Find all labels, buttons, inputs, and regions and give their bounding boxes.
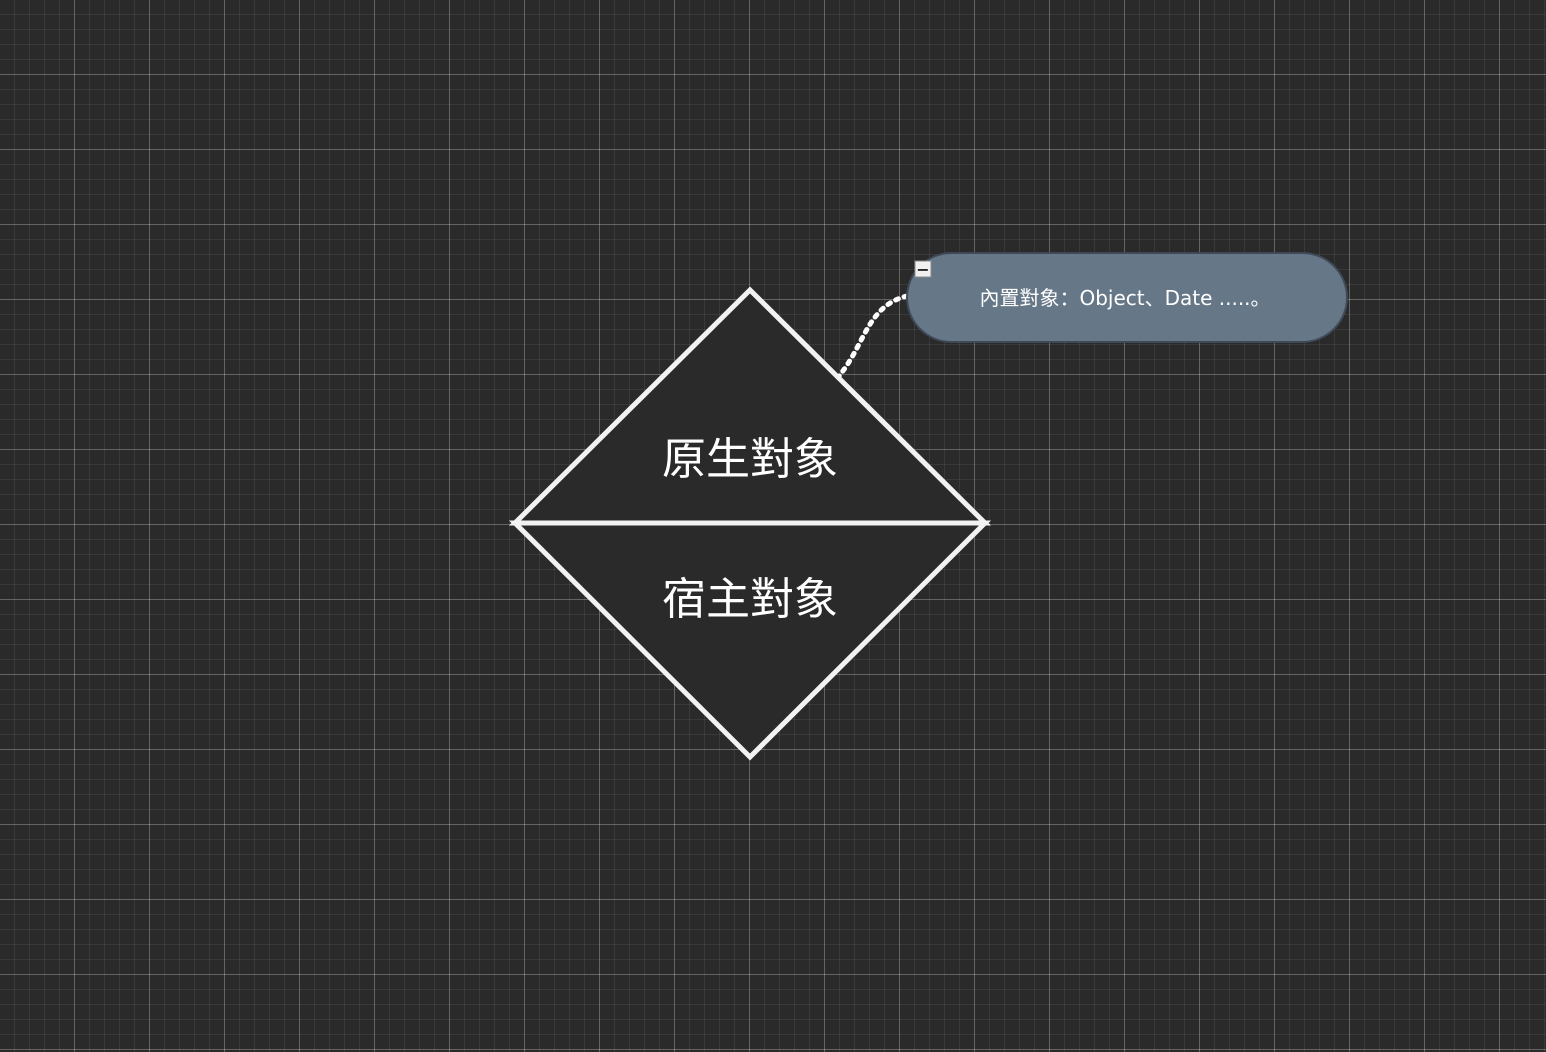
diamond-top-half[interactable] xyxy=(508,286,992,526)
diamond-top-label: 原生對象 xyxy=(662,434,838,485)
diagram-canvas: 原生對象 宿主對象 內置對象：Object、Date .....。 − xyxy=(508,252,1348,761)
diamond-bottom-label: 宿主對象 xyxy=(662,574,838,625)
callout-label: 內置對象：Object、Date .....。 xyxy=(979,286,1270,310)
callout-node[interactable]: 內置對象：Object、Date .....。 xyxy=(906,252,1348,343)
minus-icon: − xyxy=(916,260,929,279)
collapse-toggle[interactable]: − xyxy=(914,260,932,279)
diamond-node[interactable]: 原生對象 宿主對象 xyxy=(508,286,992,761)
diamond-bottom-half[interactable] xyxy=(508,520,992,761)
